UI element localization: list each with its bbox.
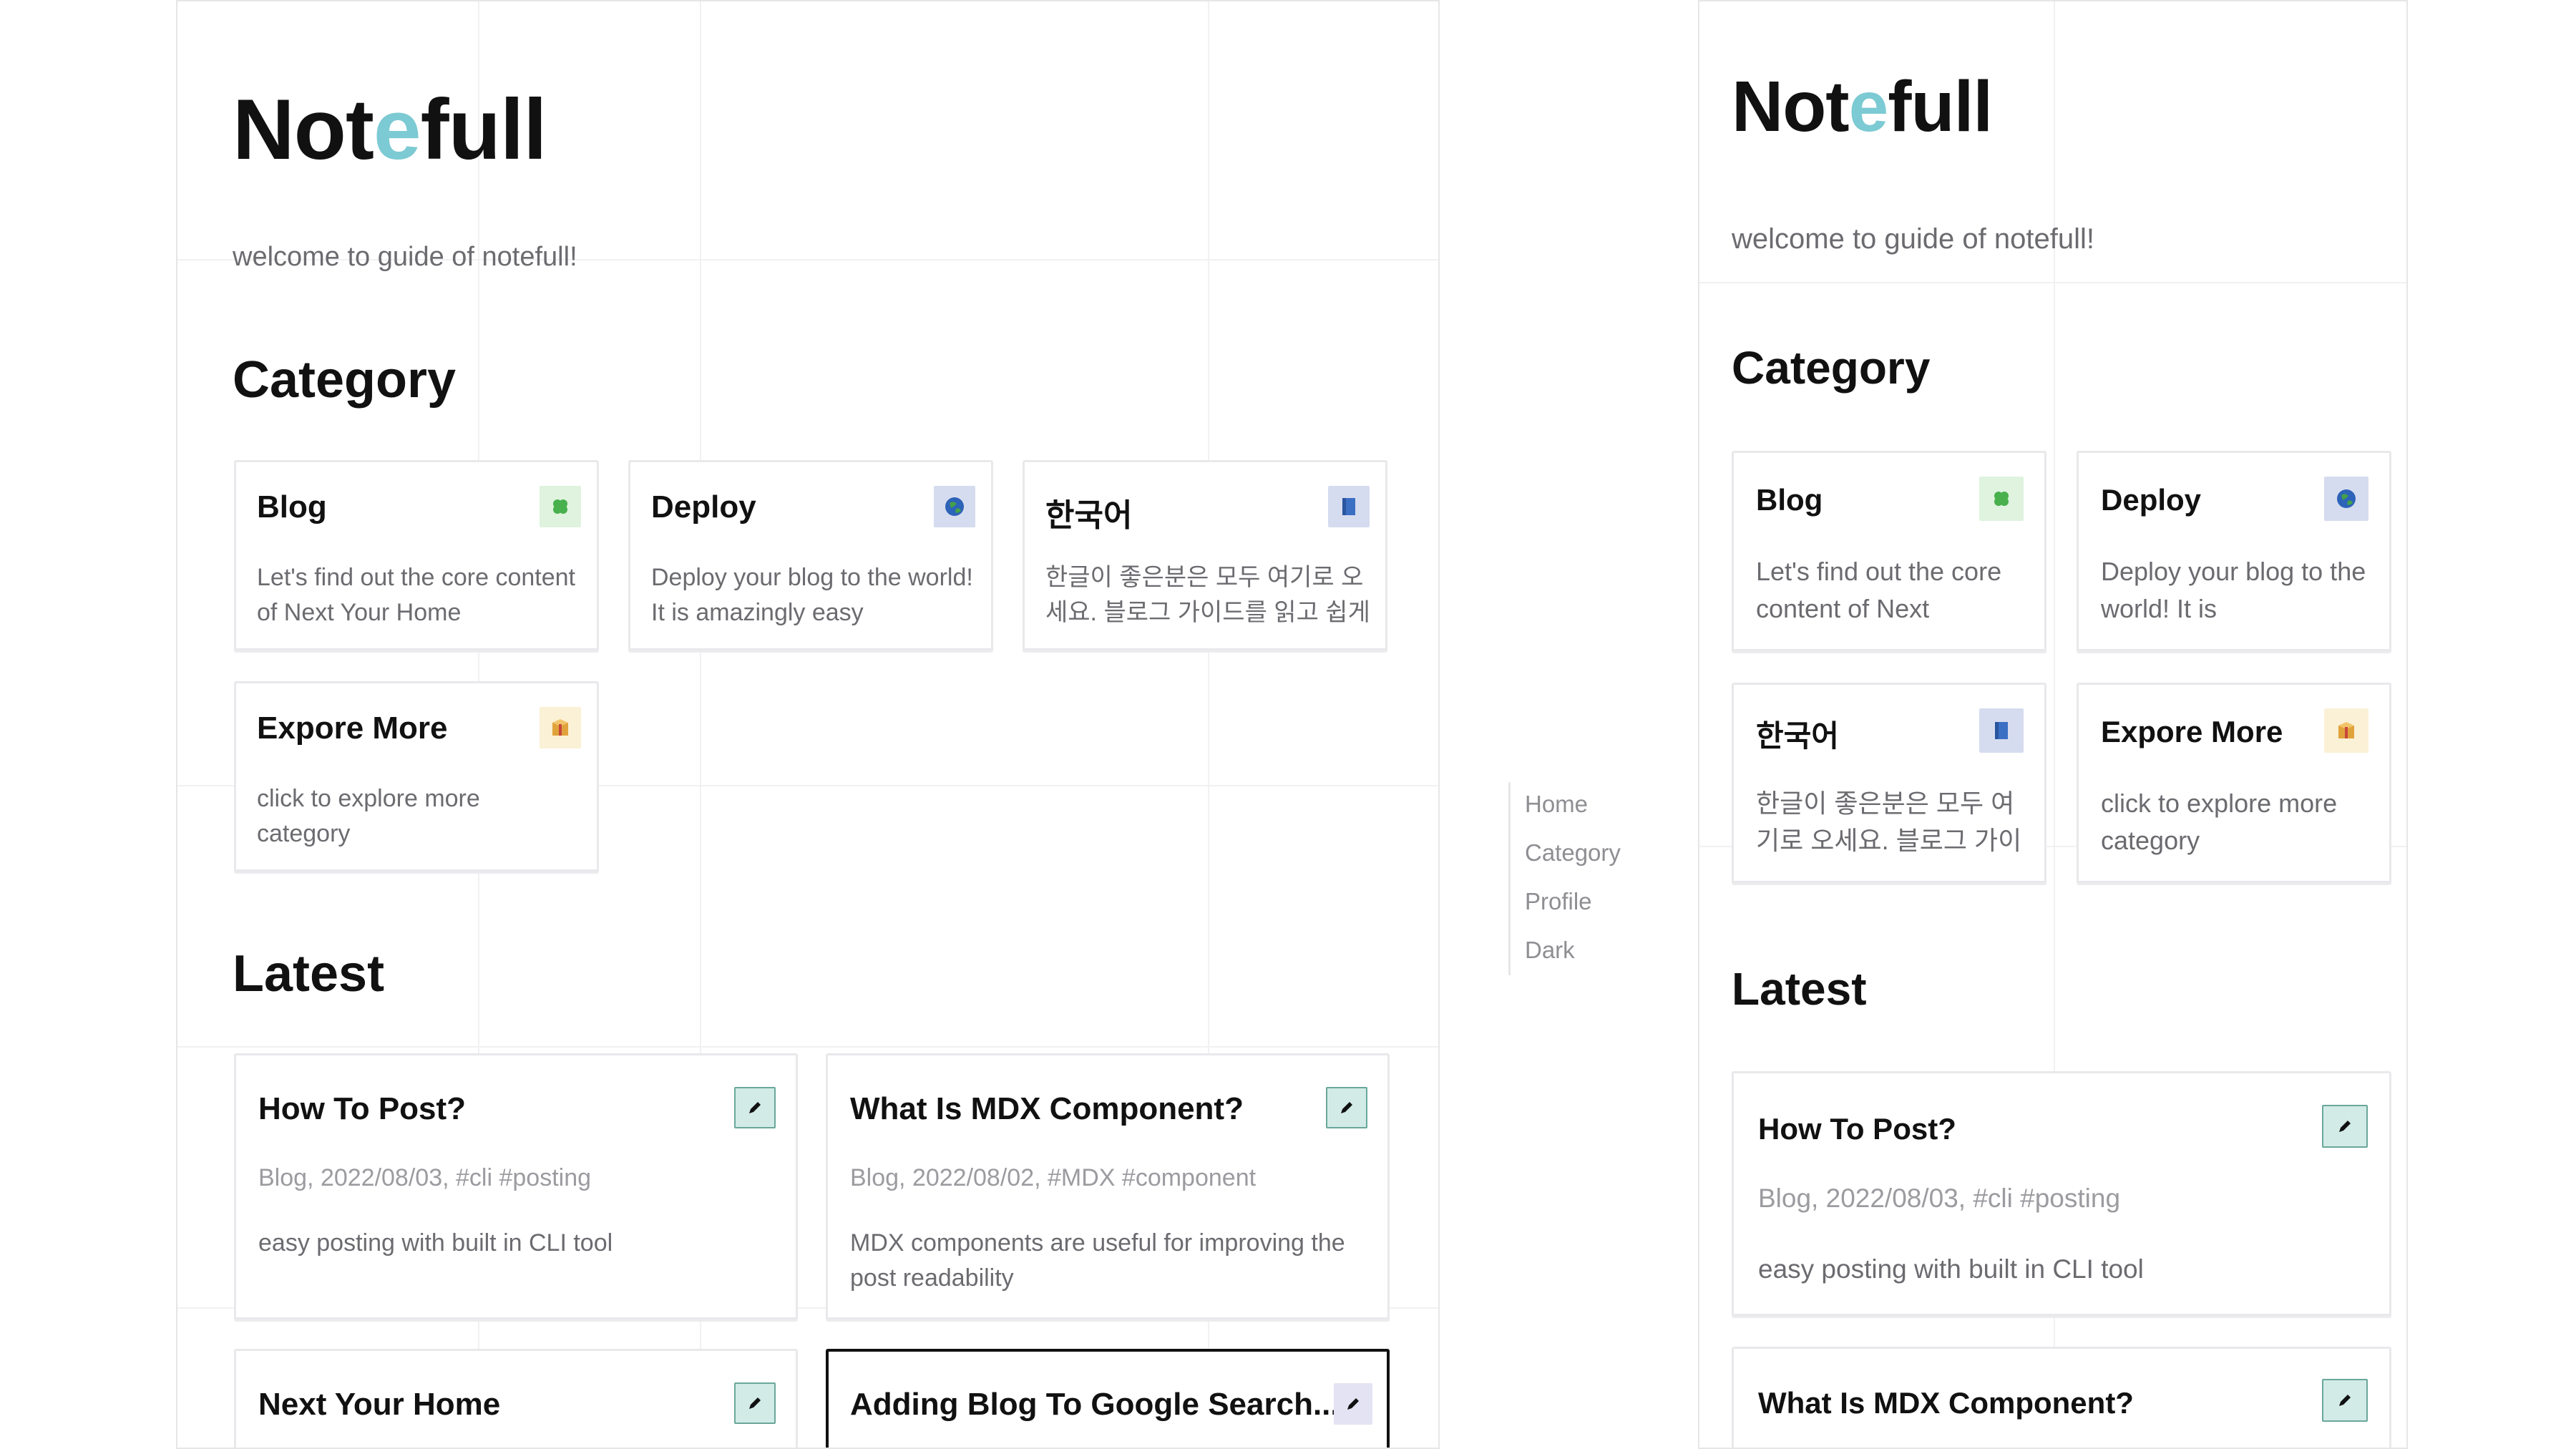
nav-category[interactable]: Category <box>1525 839 1621 867</box>
category-card-desc: click to explore more category <box>2101 789 2338 856</box>
grid-line <box>177 1046 1438 1048</box>
category-card-explore[interactable]: Expore More click to explore more catego… <box>2077 683 2391 883</box>
site-logo[interactable]: Notefull <box>1732 66 1993 148</box>
post-card[interactable]: How To Post? Blog, 2022/08/03, #cli #pos… <box>1732 1071 2391 1316</box>
category-heading: Category <box>233 351 457 409</box>
package-icon <box>540 707 581 748</box>
post-meta: Blog, 2022/08/02, #MDX #component <box>850 1164 1257 1191</box>
post-title: What Is MDX Component? <box>850 1091 1244 1126</box>
pencil-icon <box>1334 1383 1372 1425</box>
clover-icon <box>1979 477 2024 521</box>
mobile-preview: Notefull welcome to guide of notefull! C… <box>1698 0 2408 1449</box>
nav-profile[interactable]: Profile <box>1525 888 1592 915</box>
pencil-icon <box>2322 1379 2368 1422</box>
post-title: How To Post? <box>1758 1112 1956 1146</box>
category-heading: Category <box>1732 342 1931 394</box>
desktop-preview: Notefull welcome to guide of notefull! C… <box>176 0 1440 1449</box>
pencil-icon <box>734 1382 776 1424</box>
post-card[interactable]: Next Your Home <box>234 1349 798 1448</box>
category-card-deploy[interactable]: Deploy Deploy your blog to the world! It… <box>628 460 993 650</box>
category-card-title: Expore More <box>257 711 448 746</box>
category-card-desc: Let's find out the core content of Next … <box>257 564 576 627</box>
package-icon <box>2324 708 2368 753</box>
post-title: What Is MDX Component? <box>1758 1386 2134 1420</box>
category-card-korean[interactable]: 한국어 한글이 좋은분은 모두 여기로 오세요. 블로그 가이 <box>1732 683 2046 883</box>
category-card-title: Deploy <box>651 489 756 525</box>
category-card-deploy[interactable]: Deploy Deploy your blog to the world! It… <box>2077 451 2391 651</box>
post-title: Next Your Home <box>258 1387 501 1422</box>
category-card-title: Blog <box>257 489 327 525</box>
globe-icon <box>2324 477 2368 521</box>
category-card-desc: Deploy your blog to the world! It is ama… <box>651 564 973 627</box>
nav-home[interactable]: Home <box>1525 791 1588 818</box>
latest-heading: Latest <box>1732 963 1867 1015</box>
category-card-desc: 한글이 좋은분은 모두 여기로 오세요. 블로그 가이 <box>1756 789 2022 856</box>
pencil-icon <box>734 1087 776 1128</box>
category-card-korean[interactable]: 한국어 한글이 좋은분은 모두 여기로 오세요. 블로그 가이드를 읽고 쉽게 <box>1023 460 1387 650</box>
post-desc: easy posting with built in CLI tool <box>1758 1254 2144 1284</box>
category-card-blog[interactable]: Blog Let's find out the core content of … <box>1732 451 2046 651</box>
category-card-title: 한국어 <box>1045 498 1133 533</box>
post-desc: MDX components are useful for improving … <box>850 1229 1345 1292</box>
pencil-icon <box>2322 1105 2368 1148</box>
post-title: Adding Blog To Google Search... <box>850 1387 1340 1422</box>
post-card-selected[interactable]: Adding Blog To Google Search... <box>826 1349 1390 1448</box>
post-meta: Blog, 2022/08/03, #cli #posting <box>1758 1184 2121 1213</box>
category-card-title: 한국어 <box>1756 719 1839 753</box>
category-card-desc: click to explore more category <box>257 785 480 848</box>
post-card[interactable]: What Is MDX Component? Blog, 2022/08/02,… <box>826 1053 1390 1319</box>
pencil-icon <box>1326 1087 1367 1128</box>
latest-heading: Latest <box>233 945 385 1002</box>
site-subtitle: welcome to guide of notefull! <box>233 242 577 272</box>
site-subtitle: welcome to guide of notefull! <box>1732 223 2094 255</box>
post-card[interactable]: What Is MDX Component? <box>1732 1347 2391 1448</box>
book-icon <box>1328 486 1370 527</box>
side-nav: Home Category Profile Dark <box>1508 782 1652 975</box>
site-logo[interactable]: Notefull <box>233 80 547 179</box>
clover-icon <box>540 486 581 527</box>
category-card-explore[interactable]: Expore More click to explore more catego… <box>234 681 599 872</box>
category-card-title: Blog <box>1756 483 1823 517</box>
post-title: How To Post? <box>258 1091 467 1126</box>
post-meta: Blog, 2022/08/03, #cli #posting <box>258 1164 592 1191</box>
category-card-desc: 한글이 좋은분은 모두 여기로 오세요. 블로그 가이드를 읽고 쉽게 <box>1045 564 1370 627</box>
globe-icon <box>934 486 975 527</box>
category-card-title: Expore More <box>2101 715 2283 748</box>
post-desc: easy posting with built in CLI tool <box>258 1229 613 1257</box>
category-card-desc: Deploy your blog to the world! It is <box>2101 557 2366 624</box>
category-card-desc: Let's find out the core content of Next <box>1756 557 2002 624</box>
post-card[interactable]: How To Post? Blog, 2022/08/03, #cli #pos… <box>234 1053 798 1319</box>
nav-dark-toggle[interactable]: Dark <box>1525 937 1575 964</box>
category-card-blog[interactable]: Blog Let's find out the core content of … <box>234 460 599 650</box>
grid-line <box>1699 282 2406 283</box>
book-icon <box>1979 708 2024 753</box>
category-card-title: Deploy <box>2101 483 2202 517</box>
